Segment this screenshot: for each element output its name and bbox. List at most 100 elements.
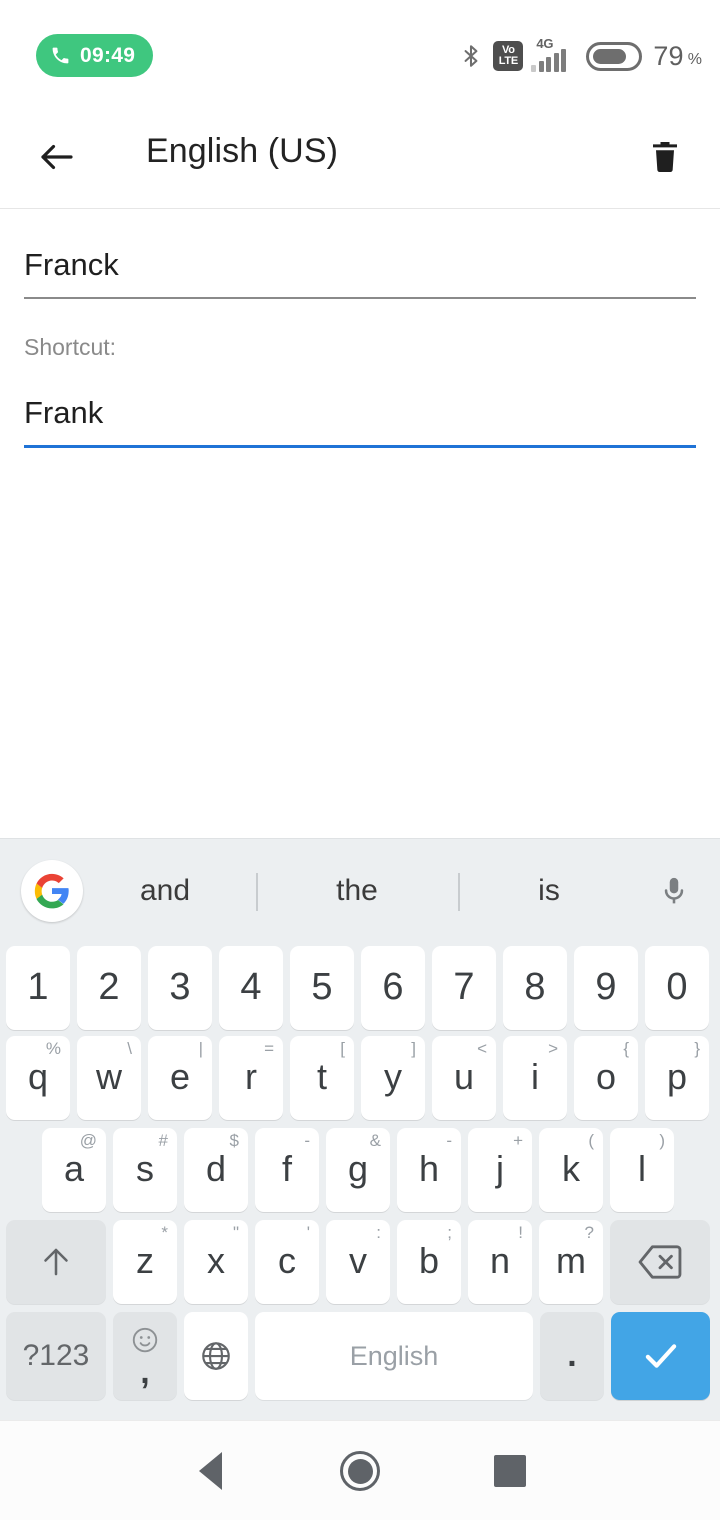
key-label: 9: [595, 966, 617, 1008]
key-label: d: [205, 1148, 227, 1189]
key-9[interactable]: 9: [574, 946, 638, 1030]
key-4[interactable]: 4: [219, 946, 283, 1030]
key-j[interactable]: + j: [468, 1128, 532, 1212]
key-hint: ?: [584, 1223, 594, 1242]
backspace-icon: [638, 1245, 682, 1279]
key-m[interactable]: ? m: [539, 1220, 603, 1304]
key-label: 0: [666, 966, 688, 1008]
key-6[interactable]: 6: [361, 946, 425, 1030]
key-label: y: [384, 1056, 402, 1097]
key-e[interactable]: | e: [148, 1036, 212, 1120]
key-label: w: [96, 1056, 122, 1097]
key-n[interactable]: ! n: [468, 1220, 532, 1304]
suggestion-3[interactable]: is: [484, 839, 614, 943]
key-label: m: [556, 1240, 586, 1281]
nav-recents-square-icon: [494, 1455, 526, 1487]
key-hint: #: [158, 1131, 168, 1150]
key-hint: :: [376, 1223, 381, 1242]
key-r[interactable]: = r: [219, 1036, 283, 1120]
battery-icon: [586, 41, 643, 71]
key-p[interactable]: } p: [645, 1036, 709, 1120]
key-g[interactable]: & g: [326, 1128, 390, 1212]
symbols-key[interactable]: ?123: [6, 1312, 106, 1400]
shortcut-input-value[interactable]: Frank: [24, 386, 696, 440]
key-a[interactable]: @ a: [42, 1128, 106, 1212]
gboard-keyboard: and the is 1 2 3 4 5 6 7 8 9 0 % q \ w |…: [0, 838, 720, 1420]
key-d[interactable]: $ d: [184, 1128, 248, 1212]
key-v[interactable]: :v: [326, 1220, 390, 1304]
nav-home-circle-icon: [340, 1451, 380, 1491]
key-k[interactable]: (k: [539, 1128, 603, 1212]
key-label: b: [418, 1240, 440, 1281]
key-i[interactable]: > i: [503, 1036, 567, 1120]
language-switch-key[interactable]: [184, 1312, 248, 1400]
key-2[interactable]: 2: [77, 946, 141, 1030]
key-label: 2: [98, 966, 120, 1008]
back-button[interactable]: [30, 133, 84, 181]
key-b[interactable]: ; b: [397, 1220, 461, 1304]
nav-back-button[interactable]: [150, 1421, 270, 1520]
battery-level-label: 79: [653, 40, 684, 71]
key-w[interactable]: \ w: [77, 1036, 141, 1120]
shortcut-field[interactable]: Frank: [24, 386, 696, 448]
period-key[interactable]: .: [540, 1312, 604, 1400]
key-hint: $: [229, 1131, 239, 1150]
shift-arrow-icon: [44, 1248, 68, 1276]
status-bar: 09:49 Vo LTE 4G 79 %: [0, 0, 720, 105]
key-u[interactable]: < u: [432, 1036, 496, 1120]
key-hint: ]: [411, 1039, 416, 1058]
key-label: v: [349, 1240, 367, 1281]
key-q[interactable]: % q: [6, 1036, 70, 1120]
delete-button[interactable]: [640, 131, 690, 183]
key-s[interactable]: # s: [113, 1128, 177, 1212]
key-3[interactable]: 3: [148, 946, 212, 1030]
word-field[interactable]: Franck: [24, 238, 696, 299]
microphone-icon: [664, 877, 684, 904]
enter-key[interactable]: [611, 1312, 710, 1400]
key-y[interactable]: ] y: [361, 1036, 425, 1120]
ongoing-call-pill[interactable]: 09:49: [36, 34, 154, 77]
key-label: 3: [169, 966, 191, 1008]
suggestion-1[interactable]: and: [100, 839, 230, 943]
google-g-icon[interactable]: [21, 860, 83, 922]
voice-input-button[interactable]: [646, 867, 702, 917]
shift-key[interactable]: [6, 1220, 106, 1304]
key-o[interactable]: {o: [574, 1036, 638, 1120]
suggestion-2[interactable]: the: [292, 839, 422, 943]
key-label: q: [27, 1056, 49, 1097]
key-c[interactable]: ' c: [255, 1220, 319, 1304]
battery-percent-symbol: %: [687, 50, 702, 68]
nav-recents-button[interactable]: [450, 1421, 570, 1520]
key-label: j: [496, 1148, 504, 1189]
signal-bars: [531, 49, 567, 72]
key-7[interactable]: 7: [432, 946, 496, 1030]
key-hint: ;: [447, 1223, 452, 1242]
key-x[interactable]: " x: [184, 1220, 248, 1304]
key-1[interactable]: 1: [6, 946, 70, 1030]
key-z[interactable]: * z: [113, 1220, 177, 1304]
key-hint: ": [232, 1223, 239, 1242]
key-label: c: [278, 1240, 296, 1281]
key-label: x: [207, 1240, 225, 1281]
key-8[interactable]: 8: [503, 946, 567, 1030]
key-hint: -: [446, 1131, 452, 1150]
key-label: e: [169, 1056, 191, 1097]
space-key[interactable]: English: [255, 1312, 533, 1400]
key-5[interactable]: 5: [290, 946, 354, 1030]
shortcut-label: Shortcut:: [24, 334, 117, 360]
key-l[interactable]: ) l: [610, 1128, 674, 1212]
key-t[interactable]: [t: [290, 1036, 354, 1120]
key-hint: {: [623, 1039, 629, 1058]
key-h[interactable]: -h: [397, 1128, 461, 1212]
nav-home-button[interactable]: [300, 1421, 420, 1520]
key-f[interactable]: -f: [255, 1128, 319, 1212]
backspace-key[interactable]: [610, 1220, 710, 1304]
key-label: f: [281, 1148, 292, 1189]
key-hint: }: [694, 1039, 700, 1058]
word-input-value[interactable]: Franck: [24, 238, 696, 292]
key-0[interactable]: 0: [645, 946, 709, 1030]
comma-key[interactable]: ,: [113, 1312, 177, 1400]
keyboard-row-function: ?123 , English .: [0, 1309, 720, 1405]
key-hint: ): [659, 1131, 665, 1150]
call-timer-label: 09:49: [80, 43, 136, 67]
